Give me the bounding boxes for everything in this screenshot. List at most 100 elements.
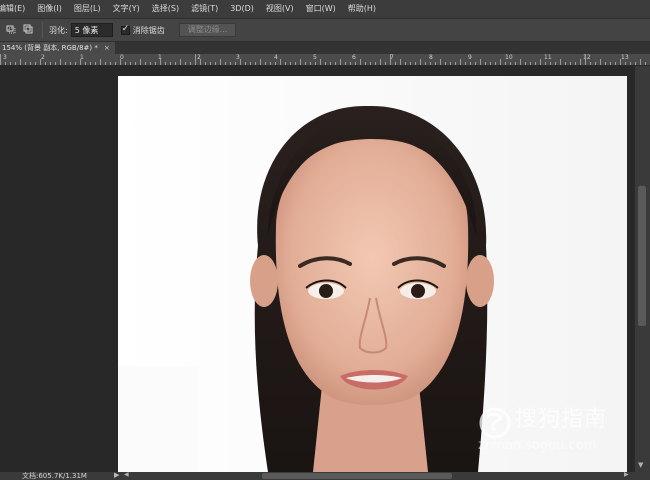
ruler-tick — [50, 62, 51, 65]
ruler-tick — [535, 62, 536, 65]
document-canvas[interactable]: 搜狗指南 zhinan.sogou.com — [118, 76, 627, 472]
ruler-tick — [215, 62, 216, 65]
ruler-tick — [70, 62, 71, 65]
ruler-tick — [240, 59, 241, 65]
ruler-tick — [410, 62, 411, 65]
ruler-tick — [95, 62, 96, 65]
selection-mode-icon[interactable] — [5, 24, 17, 36]
ruler-tick — [375, 62, 376, 65]
feather-label: 羽化: — [49, 25, 68, 35]
ruler-tick — [520, 59, 521, 65]
ruler-tick — [225, 62, 226, 65]
ruler-tick — [135, 62, 136, 65]
ruler-tick — [515, 62, 516, 65]
watermark-title: 搜狗指南 — [515, 407, 608, 432]
ruler-tick — [610, 62, 611, 65]
document-tab[interactable]: 154% (背景 副本, RGB/8#) * × — [0, 42, 115, 54]
menu-filter[interactable]: 滤镜(T) — [185, 0, 224, 18]
ruler-tick — [500, 59, 501, 65]
ruler-tick — [20, 59, 21, 65]
menu-edit[interactable]: 编辑(E) — [0, 0, 31, 18]
ruler-tick — [440, 59, 441, 65]
menu-image[interactable]: 图像(I) — [31, 0, 68, 18]
ruler-tick — [510, 62, 511, 65]
ruler-tick — [525, 62, 526, 65]
ruler-tick — [390, 54, 391, 65]
document-tab-bar: 154% (背景 副本, RGB/8#) * × — [0, 42, 650, 54]
ruler-tick — [485, 62, 486, 65]
ruler-tick — [475, 62, 476, 65]
status-menu-icon[interactable]: ▶ — [114, 471, 119, 479]
ruler-tick — [635, 62, 636, 65]
ruler-tick — [540, 59, 541, 65]
ruler-tick — [570, 62, 571, 65]
scroll-down-icon[interactable]: ▼ — [638, 461, 643, 469]
ruler-tick — [615, 62, 616, 65]
feather-input[interactable] — [70, 23, 113, 37]
menu-view[interactable]: 视图(V) — [260, 0, 300, 18]
antialias-checkbox[interactable] — [120, 24, 130, 35]
ruler-label: 2 — [41, 54, 45, 61]
ruler-tick — [120, 59, 121, 65]
ruler-label: 13 — [621, 54, 629, 61]
ruler-tick — [170, 62, 171, 65]
vertical-scrollbar[interactable]: ▲ ▼ — [634, 66, 650, 472]
ruler-label: 9 — [468, 54, 472, 61]
ruler-label: 6 — [352, 54, 356, 61]
menu-help[interactable]: 帮助(H) — [342, 0, 382, 18]
ruler-tick — [550, 62, 551, 65]
vertical-scroll-thumb[interactable] — [638, 186, 646, 326]
horizontal-scroll-thumb[interactable] — [262, 473, 452, 479]
ruler-tick — [30, 62, 31, 65]
document-size-status[interactable]: 文档:605.7K/1.31M — [22, 471, 87, 480]
ruler-tick — [190, 62, 191, 65]
options-separator — [42, 22, 43, 38]
menu-layer[interactable]: 图层(L) — [68, 0, 107, 18]
ruler-tick — [645, 62, 646, 65]
ruler-label: 3 — [3, 54, 7, 61]
ruler-tick — [490, 62, 491, 65]
ruler-tick — [620, 59, 621, 65]
close-icon[interactable]: × — [104, 44, 110, 52]
scroll-right-icon[interactable]: ▶ — [624, 471, 629, 478]
ruler-tick — [160, 59, 161, 65]
ruler-tick — [260, 59, 261, 65]
ruler-tick — [270, 62, 271, 65]
ruler-tick — [425, 62, 426, 65]
menu-select[interactable]: 选择(S) — [146, 0, 185, 18]
ruler-tick — [460, 59, 461, 65]
ruler-tick — [355, 62, 356, 65]
canvas-area[interactable]: 搜狗指南 zhinan.sogou.com — [0, 66, 634, 472]
ruler-tick — [235, 62, 236, 65]
ruler-tick — [130, 62, 131, 65]
ruler-tick — [200, 59, 201, 65]
ruler-tick — [15, 62, 16, 65]
ruler-tick — [295, 62, 296, 65]
refine-edge-button[interactable]: 调整边缘... — [178, 23, 237, 37]
ruler-tick — [600, 59, 601, 65]
ruler-tick — [435, 62, 436, 65]
ruler-tick — [585, 54, 586, 65]
ruler-tick — [405, 62, 406, 65]
ruler-tick — [395, 62, 396, 65]
ruler-tick — [470, 62, 471, 65]
ruler-tick — [195, 54, 196, 65]
ruler-tick — [320, 59, 321, 65]
ruler-tick — [175, 62, 176, 65]
ruler-tick — [505, 62, 506, 65]
ruler-tick — [545, 62, 546, 65]
ruler-tick — [465, 62, 466, 65]
antialias-label: 消除锯齿 — [132, 25, 165, 35]
scroll-left-icon[interactable]: ◀ — [124, 471, 129, 478]
ruler-tick — [115, 62, 116, 65]
menu-3d[interactable]: 3D(D) — [224, 0, 260, 18]
menu-type[interactable]: 文字(Y) — [107, 0, 146, 18]
ruler-label: 11 — [544, 54, 552, 61]
menu-window[interactable]: 窗口(W) — [300, 0, 342, 18]
ruler-tick — [565, 62, 566, 65]
ruler-label: 10 — [505, 54, 513, 61]
add-to-selection-icon[interactable] — [22, 24, 34, 36]
ruler-tick — [455, 62, 456, 65]
ruler-tick — [370, 62, 371, 65]
ruler-tick — [85, 62, 86, 65]
